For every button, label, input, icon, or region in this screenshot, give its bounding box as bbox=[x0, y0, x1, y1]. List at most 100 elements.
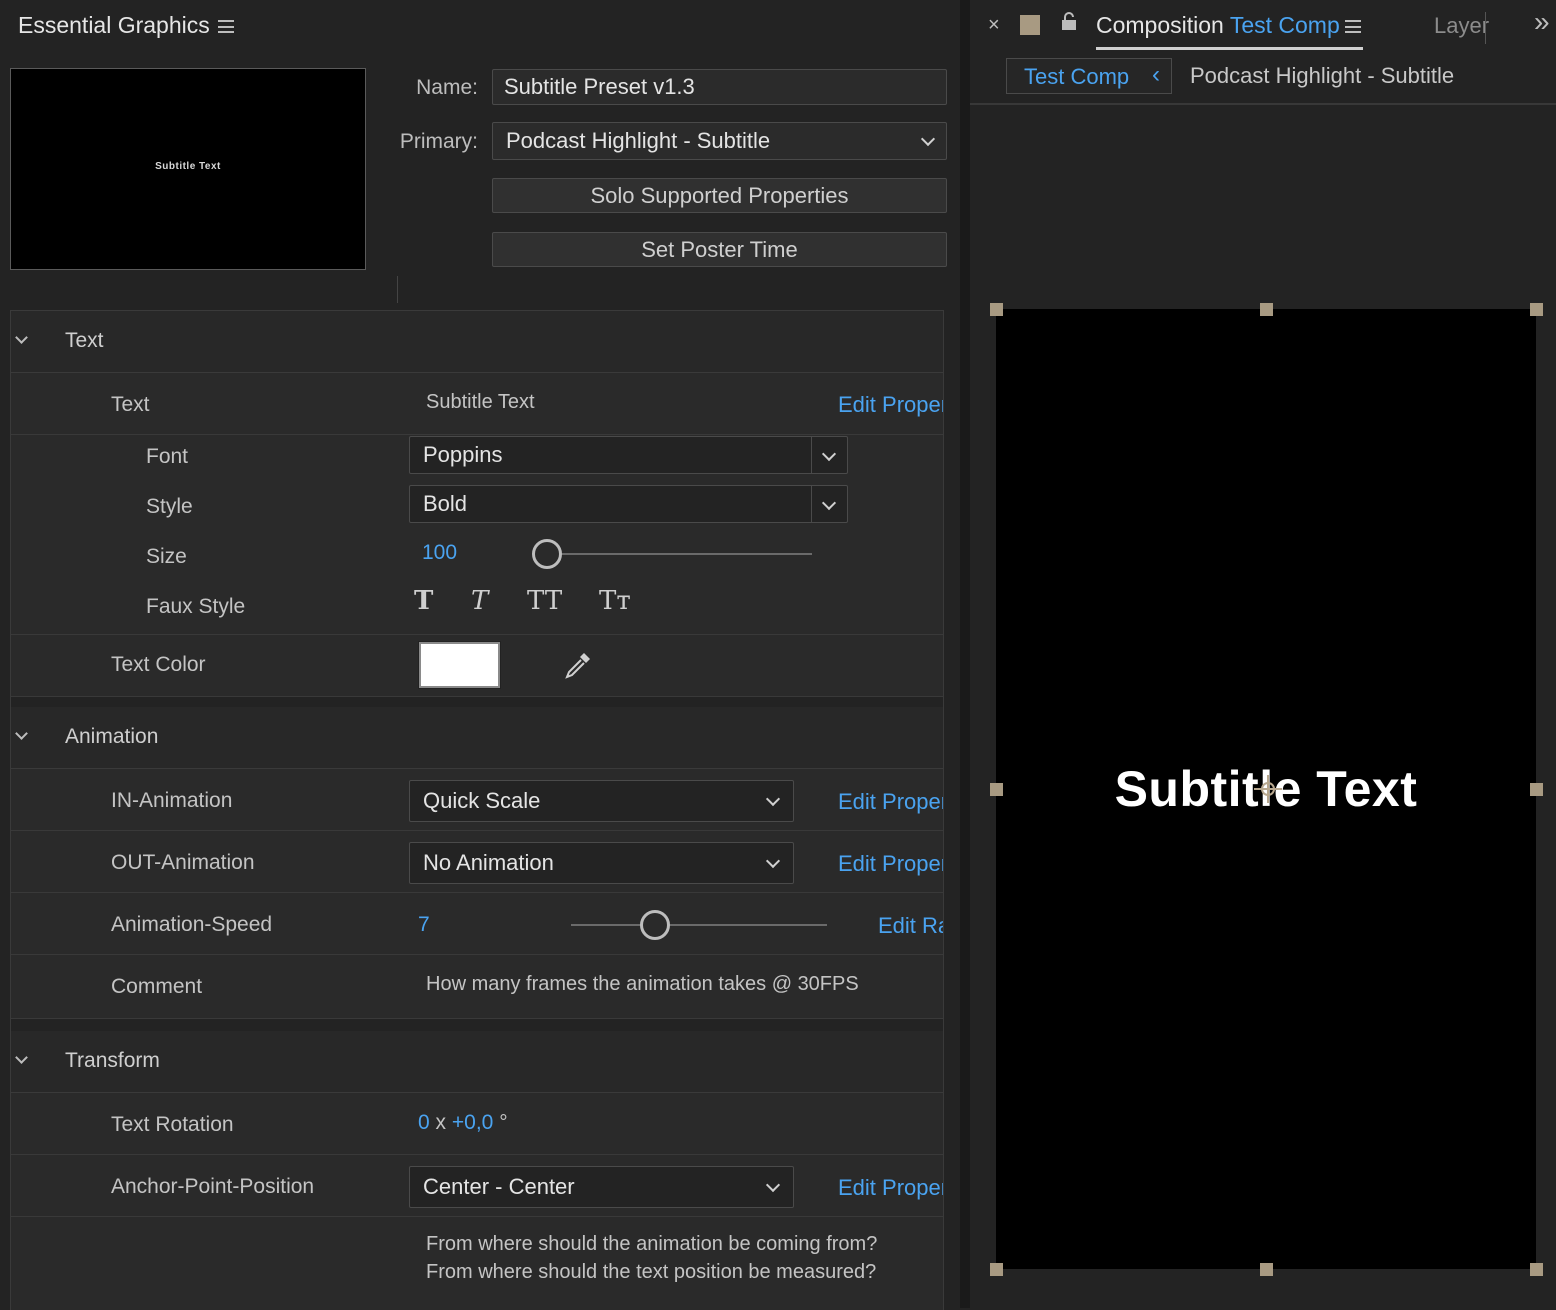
style-value: Bold bbox=[423, 491, 468, 516]
essential-graphics-panel: Essential Graphics Subtitle Text Name: S… bbox=[0, 0, 968, 1310]
all-caps-icon[interactable]: TT bbox=[527, 586, 562, 616]
bounding-box-handle[interactable] bbox=[1260, 303, 1273, 316]
anchor-point-dropdown[interactable]: Center - Center bbox=[409, 1166, 794, 1208]
more-tabs-icon[interactable]: » bbox=[1534, 6, 1550, 38]
breadcrumb: Test Comp ‹ bbox=[1006, 58, 1172, 94]
faux-bold-icon[interactable]: T bbox=[414, 586, 433, 616]
anchor-point-icon[interactable] bbox=[1252, 773, 1284, 805]
edit-properties-link[interactable]: Edit Proper bbox=[838, 392, 943, 418]
edit-properties-link[interactable]: Edit Proper bbox=[838, 789, 943, 815]
property-row-anchor-point: Anchor-Point-Position Center - Center Ed… bbox=[11, 1155, 943, 1217]
edit-range-link[interactable]: Edit Ra bbox=[878, 913, 943, 939]
collapse-chevron-icon[interactable] bbox=[15, 1051, 28, 1064]
edit-properties-link[interactable]: Edit Proper bbox=[838, 1175, 943, 1201]
bounding-box-handle[interactable] bbox=[1530, 303, 1543, 316]
property-row-style: Style Bold bbox=[11, 485, 943, 535]
speed-slider-track[interactable] bbox=[571, 924, 827, 926]
toolbar-divider bbox=[970, 103, 1556, 105]
section-gap bbox=[11, 697, 943, 707]
property-label: Comment bbox=[111, 975, 203, 998]
out-animation-value: No Animation bbox=[423, 850, 554, 875]
chevron-down-icon bbox=[821, 495, 837, 511]
collapse-chevron-icon[interactable] bbox=[15, 331, 28, 344]
breadcrumb-active[interactable]: Test Comp bbox=[1024, 64, 1129, 90]
primary-label: Primary: bbox=[399, 130, 478, 153]
in-animation-dropdown[interactable]: Quick Scale bbox=[409, 780, 794, 822]
faux-italic-icon[interactable]: T bbox=[471, 586, 488, 616]
bounding-box-handle[interactable] bbox=[1260, 1263, 1273, 1276]
chevron-down-icon bbox=[821, 446, 837, 462]
size-slider-track[interactable] bbox=[547, 553, 812, 555]
bounding-box-handle[interactable] bbox=[990, 303, 1003, 316]
section-gap bbox=[11, 1019, 943, 1031]
text-color-swatch[interactable] bbox=[418, 641, 501, 689]
property-row-animation-speed: Animation-Speed 7 Edit Ra bbox=[11, 893, 943, 955]
out-animation-dropdown[interactable]: No Animation bbox=[409, 842, 794, 884]
solo-supported-properties-button[interactable]: Solo Supported Properties bbox=[492, 178, 947, 213]
bounding-box-handle[interactable] bbox=[990, 1263, 1003, 1276]
tab-layer[interactable]: Layer bbox=[1434, 13, 1489, 39]
thumbnail-text: Subtitle Text bbox=[155, 161, 221, 172]
tab-divider bbox=[1485, 12, 1486, 44]
section-animation-header[interactable]: Animation bbox=[11, 707, 943, 769]
comment-text: How many frames the animation takes @ 30… bbox=[426, 973, 859, 995]
chevron-down-icon bbox=[765, 1177, 781, 1193]
rotation-turns[interactable]: 0 bbox=[418, 1111, 430, 1134]
property-row-text-rotation: Text Rotation 0 x +0,0 ° bbox=[11, 1093, 943, 1155]
collapse-chevron-icon[interactable] bbox=[15, 727, 28, 740]
breadcrumb-item[interactable]: Podcast Highlight - Subtitle bbox=[1190, 63, 1454, 89]
set-poster-time-button[interactable]: Set Poster Time bbox=[492, 232, 947, 267]
close-icon[interactable]: × bbox=[988, 14, 1000, 37]
label-color-swatch[interactable] bbox=[1020, 15, 1040, 35]
edit-properties-link[interactable]: Edit Proper bbox=[838, 851, 943, 877]
bounding-box-handle[interactable] bbox=[1530, 1263, 1543, 1276]
name-input[interactable]: Subtitle Preset v1.3 bbox=[492, 69, 947, 105]
primary-dropdown[interactable]: Podcast Highlight - Subtitle bbox=[492, 122, 947, 160]
anchor-note-line-1: From where should the animation be comin… bbox=[426, 1233, 878, 1255]
property-label: Style bbox=[146, 495, 193, 518]
size-slider-knob[interactable] bbox=[532, 539, 562, 569]
section-title: Text bbox=[65, 329, 104, 352]
section-title: Animation bbox=[65, 725, 159, 748]
panel-divider[interactable] bbox=[960, 0, 970, 1308]
size-value[interactable]: 100 bbox=[422, 541, 457, 565]
divider bbox=[397, 276, 398, 303]
property-label: IN-Animation bbox=[111, 789, 233, 812]
small-caps-icon[interactable]: Tт bbox=[599, 586, 631, 616]
anchor-note-line-2: From where should the text position be m… bbox=[426, 1261, 877, 1283]
property-row-comment: Comment How many frames the animation ta… bbox=[11, 955, 943, 1019]
composition-tab-prefix: Composition bbox=[1096, 12, 1224, 38]
property-label: Text Color bbox=[111, 653, 206, 676]
composition-tab[interactable]: Composition Test Comp bbox=[1096, 12, 1340, 39]
section-transform-header[interactable]: Transform bbox=[11, 1031, 943, 1093]
style-dropdown[interactable]: Bold bbox=[409, 485, 848, 523]
property-row-font: Font Poppins bbox=[11, 435, 943, 485]
eyedropper-icon[interactable] bbox=[563, 650, 593, 680]
rotation-x: x bbox=[435, 1111, 447, 1134]
panel-menu-icon[interactable] bbox=[1345, 20, 1361, 33]
property-row-size: Size 100 bbox=[11, 535, 943, 585]
property-row-faux-style: Faux Style T T TT Tт bbox=[11, 585, 943, 635]
rotation-unit: ° bbox=[499, 1111, 508, 1134]
property-label: Size bbox=[146, 545, 187, 568]
text-value[interactable]: Subtitle Text bbox=[426, 391, 535, 414]
anchor-point-value: Center - Center bbox=[423, 1174, 575, 1199]
rotation-degrees[interactable]: +0,0 bbox=[452, 1111, 493, 1134]
unlock-icon[interactable] bbox=[1061, 12, 1077, 30]
rotation-value[interactable]: 0 x +0,0 ° bbox=[418, 1111, 508, 1135]
composition-panel: × Composition Test Comp Layer » Test Com… bbox=[970, 0, 1556, 1308]
panel-menu-icon[interactable] bbox=[218, 20, 234, 33]
property-row-in-animation: IN-Animation Quick Scale Edit Proper bbox=[11, 769, 943, 831]
composition-tab-name: Test Comp bbox=[1229, 12, 1340, 38]
speed-slider-knob[interactable] bbox=[640, 910, 670, 940]
property-row-text-color: Text Color bbox=[11, 635, 943, 697]
preview-thumbnail: Subtitle Text bbox=[10, 68, 366, 270]
section-text-header[interactable]: Text bbox=[11, 311, 943, 373]
chevron-down-icon bbox=[765, 853, 781, 869]
font-dropdown[interactable]: Poppins bbox=[409, 436, 848, 474]
property-label: Text Rotation bbox=[111, 1113, 234, 1136]
animation-speed-value[interactable]: 7 bbox=[418, 913, 430, 937]
property-row-out-animation: OUT-Animation No Animation Edit Proper bbox=[11, 831, 943, 893]
property-row-text: Text Subtitle Text Edit Proper bbox=[11, 373, 943, 435]
property-label: Font bbox=[146, 445, 189, 468]
